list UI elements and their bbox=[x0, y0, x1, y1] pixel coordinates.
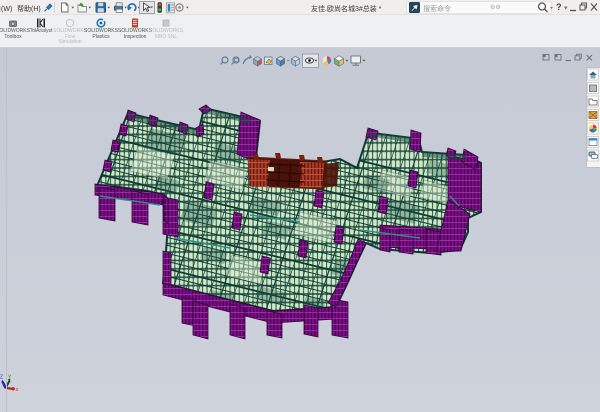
svg-text:Z: Z bbox=[0, 375, 3, 381]
svg-text:x: x bbox=[16, 387, 19, 393]
svg-text:Y: Y bbox=[8, 375, 12, 381]
